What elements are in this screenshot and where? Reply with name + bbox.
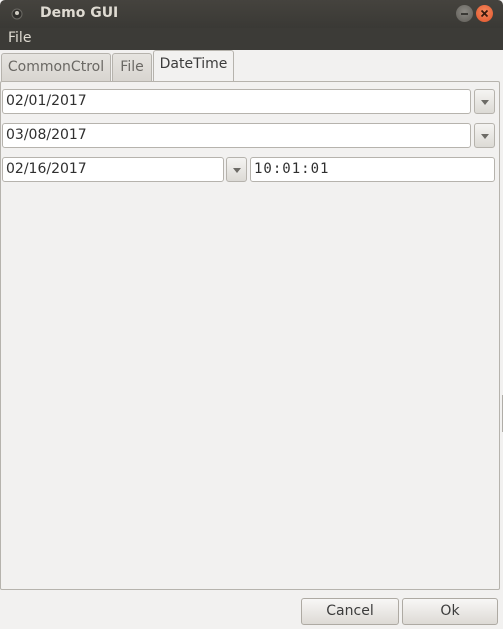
menu-bar: File (0, 28, 503, 50)
tab-commonctrol[interactable]: CommonCtrol (1, 53, 111, 81)
date-dropdown-button-2[interactable] (474, 123, 495, 148)
close-icon (480, 9, 489, 18)
title-bar: Demo GUI (0, 0, 503, 28)
minimize-button[interactable] (456, 5, 473, 22)
date-field-1[interactable]: 02/01/2017 (2, 89, 471, 114)
date-field-3[interactable]: 02/16/2017 (2, 157, 224, 182)
main-window: Demo GUI File CommonCtrol File DateTime … (0, 0, 503, 629)
tab-datetime[interactable]: DateTime (153, 50, 234, 83)
date-dropdown-button-3[interactable] (226, 157, 247, 182)
ok-button[interactable]: Ok (402, 598, 498, 625)
chevron-down-icon (233, 168, 241, 173)
date-field-2[interactable]: 03/08/2017 (2, 123, 471, 148)
tab-file[interactable]: File (112, 53, 152, 81)
menu-file[interactable]: File (8, 30, 31, 46)
cancel-button[interactable]: Cancel (301, 598, 399, 625)
chevron-down-icon (481, 100, 489, 105)
window-title: Demo GUI (40, 5, 119, 21)
app-icon (11, 8, 23, 20)
minimize-icon (461, 13, 468, 15)
tab-bar: CommonCtrol File DateTime (0, 50, 503, 83)
chevron-down-icon (481, 134, 489, 139)
time-field[interactable]: 10:01:01 (250, 157, 495, 182)
close-button[interactable] (476, 5, 493, 22)
date-dropdown-button-1[interactable] (474, 89, 495, 114)
